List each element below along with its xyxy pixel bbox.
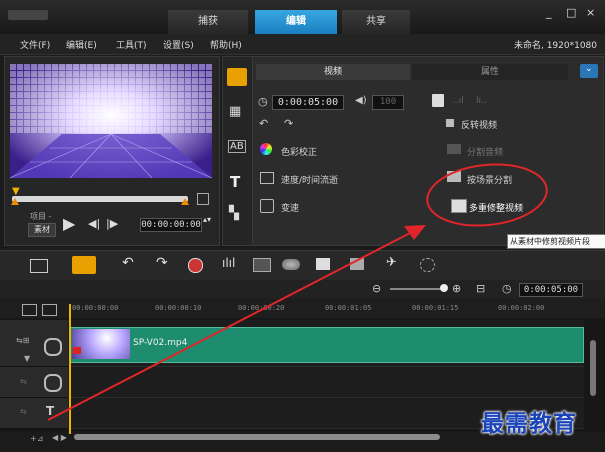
watermark: 最需教育 (481, 410, 577, 437)
annotation-ellipse (426, 163, 548, 227)
annotation-overlay (47, 163, 548, 421)
annotation-arrow-head (404, 225, 426, 240)
annotation-arrow-line (47, 231, 413, 421)
